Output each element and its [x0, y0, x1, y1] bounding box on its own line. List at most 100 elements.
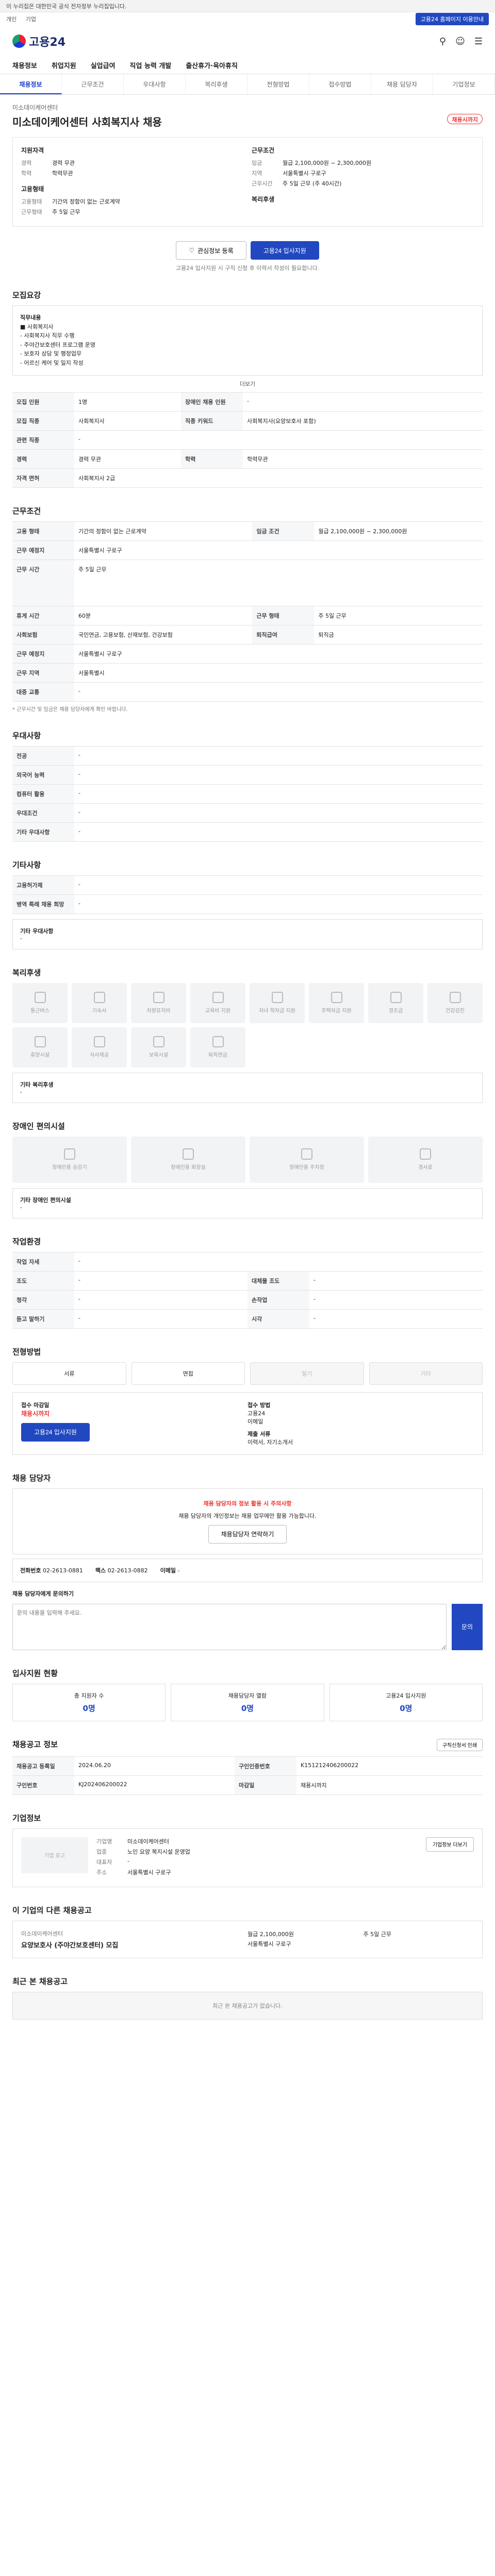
table-cell: - — [74, 1270, 248, 1291]
print-button[interactable]: 구직신청서 인쇄 — [436, 1738, 483, 1751]
process-steps: 서류 면접 필기 기타 — [12, 1362, 483, 1385]
table-header-cell: 외국어 능력 — [12, 765, 74, 785]
tab-work[interactable]: 근무조건 — [62, 74, 124, 94]
apply-now-button[interactable]: 고용24 입사지원 — [21, 1422, 90, 1442]
table-header-cell: 장애인 채용 인원 — [181, 392, 243, 412]
stat-value: 0명 — [400, 1703, 412, 1713]
pref-table: 전공 - 외국어 능력 - 컴퓨터 활용 - 우대조건 - 기타 우대사항 - — [12, 745, 483, 842]
site-logo[interactable]: 고용24 — [12, 33, 65, 49]
table-cell: 서울특별시 구로구 — [74, 540, 483, 560]
table-header-cell: 작업 자세 — [12, 1251, 74, 1272]
company-row: 주소 서울특별시 구로구 — [96, 1868, 418, 1876]
work-note: * 근무시간 및 임금은 채용 담당자에게 확인 바랍니다. — [12, 706, 128, 713]
menu-icon[interactable]: ☰ — [474, 36, 483, 47]
contact-manager-button[interactable]: 채용담당자 연락하기 — [208, 1524, 287, 1544]
table-row: 자격 면허 사회복지사 2급 — [12, 468, 483, 488]
nav-training[interactable]: 직업 능력 개발 — [130, 60, 172, 70]
table-header-cell: 근무 예정지 — [12, 643, 74, 664]
apply-box: 접수 마감일 채용시까지 고용24 입사지원 접수 방법 고용24 이메일 제출… — [12, 1392, 483, 1455]
summary-value: 서울특별시 구로구 — [283, 170, 326, 177]
company-value: 서울특별시 구로구 — [127, 1869, 171, 1876]
table-header-cell: 우대조건 — [12, 803, 74, 823]
table-cell: 학력무관 — [243, 449, 483, 469]
table-row: 우대조건 - — [12, 803, 483, 823]
nav-employment-support[interactable]: 취업지원 — [52, 60, 76, 70]
house-icon — [331, 992, 342, 1004]
related-card[interactable]: 미소데이케어센터 요양보호사 (주야간보호센터) 모집 월급 2,100,000… — [12, 1920, 483, 1959]
apply-button[interactable]: 고용24 입사지원 — [250, 241, 319, 260]
disability-box: 기타 장애인 편의시설 - — [12, 1188, 483, 1218]
welfare-label: 건강검진 — [446, 1008, 465, 1014]
contact-value: - — [177, 1567, 180, 1574]
job-title: 미소데이케어센터 사회복지사 채용 — [12, 116, 162, 128]
inquiry-form: 문의 — [12, 1603, 483, 1650]
car-icon — [153, 992, 164, 1004]
table-row: 기타 우대사항 - — [12, 822, 483, 842]
nav-jobs[interactable]: 채용정보 — [12, 60, 37, 70]
welfare-tile: 경조금 — [368, 982, 423, 1023]
disability-label: 장애인용 승강기 — [52, 1165, 87, 1171]
table-cell: - — [74, 745, 483, 766]
summary-req: 지원자격 경력 경력 무관 학력 학력무관 고용형태 고용형태 기간의 정함이 없는 … — [21, 146, 243, 218]
tab-personal[interactable]: 개인 — [6, 16, 16, 23]
more-button[interactable]: 더보기 — [12, 380, 483, 388]
stat-card: 총 지원자 수 0명 — [12, 1683, 166, 1721]
section-tabs: 채용정보 근무조건 우대사항 복리후생 전형방법 접수방법 채용 담당자 기업정… — [0, 74, 495, 95]
tab-company[interactable]: 기업정보 — [433, 74, 495, 94]
table-header-cell: 손작업 — [248, 1290, 309, 1310]
company-box: 기업 로고 기업명 미소데이케어센터 업종 노인 요양 복지시설 운영업 대표자 - … — [12, 1828, 483, 1887]
table-row: 근무 예정지 서울특별시 구로구 — [12, 643, 483, 664]
summary-row: 학력 학력무관 — [21, 169, 243, 177]
welfare-tile: 통근버스 — [12, 982, 68, 1023]
welfare-box: 기타 복리후생 - — [12, 1072, 483, 1103]
summary-key: 경력 — [21, 160, 32, 166]
table-header-cell: 채용공고 등록일 — [12, 1756, 74, 1776]
tab-welfare[interactable]: 복리후생 — [186, 74, 248, 94]
company-row: 기업명 미소데이케어센터 — [96, 1837, 418, 1845]
related-line: 서울특별시 구로구 — [248, 1941, 291, 1948]
scrap-button[interactable]: ♡ 관심정보 등록 — [176, 241, 246, 260]
company-key: 기업명 — [96, 1838, 112, 1845]
table-header-cell: 자격 면허 — [12, 468, 74, 488]
contact-item: 이메일 - — [160, 1566, 180, 1574]
health-icon — [449, 992, 461, 1004]
table-header-cell: 임금 조건 — [252, 521, 315, 541]
tab-process[interactable]: 전형방법 — [248, 74, 309, 94]
table-row: 구인번호 KJ202406200022 마감일 채용시까지 — [12, 1775, 483, 1795]
tab-recruit[interactable]: 채용정보 — [0, 74, 62, 94]
apply-label: 고용24 입사지원 — [263, 247, 306, 255]
nav-leave[interactable]: 출산휴가·육아휴직 — [186, 60, 238, 70]
inquiry-send-button[interactable]: 문의 — [452, 1603, 483, 1650]
disability-label: 장애인용 화장실 — [171, 1165, 206, 1171]
summary-row: 근무시간 주 5일 근무 (주 40시간) — [252, 179, 474, 188]
table-header-cell: 컴퓨터 활용 — [12, 784, 74, 804]
table-row: 근무 지역 서울특별시 — [12, 663, 483, 683]
user-icon[interactable]: ☺ — [455, 36, 465, 47]
site-guide-link[interactable]: 고용24 홈페이지 이용안내 — [415, 13, 489, 25]
summary-value: 주 5일 근무 — [52, 209, 80, 215]
company-value: 노인 요양 복지시설 운영업 — [127, 1848, 190, 1855]
table-header-cell: 근무 예정지 — [12, 540, 74, 560]
section-welfare: 복리후생 통근버스 기숙사 차량유지비 교육비 지원 자녀 학자금 지원 주택자… — [12, 967, 483, 1103]
contact-value: 02-2613-0881 — [42, 1567, 83, 1574]
table-header-cell: 전공 — [12, 745, 74, 766]
disability-tile: 장애인용 승강기 — [12, 1136, 127, 1183]
table-cell: - — [74, 430, 483, 450]
company-more-button[interactable]: 기업정보 더보기 — [425, 1837, 474, 1852]
table-row: 전공 - — [12, 745, 483, 766]
tab-pref[interactable]: 우대사항 — [124, 74, 186, 94]
nav-unemployment[interactable]: 실업급여 — [91, 60, 116, 70]
apply-method-label: 접수 방법 — [248, 1401, 271, 1409]
tab-business[interactable]: 기업 — [26, 16, 36, 23]
table-header-cell: 경력 — [12, 449, 74, 469]
duty-title: 직무내용 — [20, 314, 41, 321]
inquiry-input[interactable] — [12, 1603, 447, 1650]
table-row: 청각 - 손작업 - — [12, 1290, 483, 1310]
summary-value: 경력 무관 — [52, 160, 75, 166]
table-row: 휴게 시간 60분 근무 형태 주 5일 근무 — [12, 605, 483, 625]
table-header-cell: 대체물 조도 — [248, 1270, 309, 1291]
search-icon[interactable]: ⚲ — [439, 36, 446, 47]
tab-manager[interactable]: 채용 담당자 — [371, 74, 433, 94]
apply-now-label: 고용24 입사지원 — [34, 1429, 77, 1436]
tab-apply[interactable]: 접수방법 — [309, 74, 371, 94]
